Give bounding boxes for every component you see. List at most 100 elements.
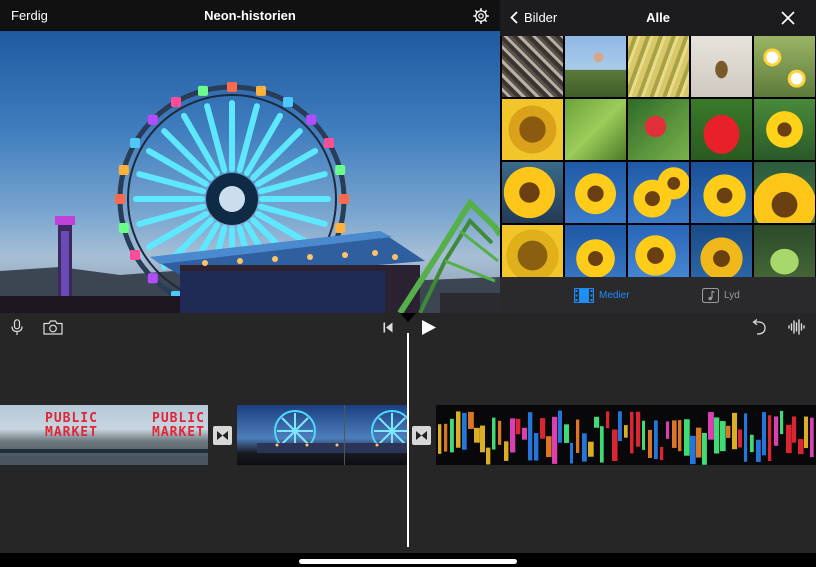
photo-thumbnail[interactable]	[502, 99, 563, 160]
photo-thumbnail[interactable]	[565, 36, 626, 97]
photo-thumbnail[interactable]	[754, 162, 815, 223]
photo-thumbnail[interactable]	[754, 225, 815, 277]
neon-sign-stripe	[732, 412, 738, 450]
timeline-area[interactable]: CT PUBLICMARKET PUBLICMARKET	[0, 313, 816, 553]
close-icon[interactable]	[781, 11, 795, 25]
neon-sign-stripe	[666, 421, 670, 439]
neon-sign-stripe	[636, 411, 641, 447]
neon-signs-clip-thumbnail	[438, 410, 814, 465]
neon-sign-stripe	[516, 418, 521, 435]
wheel-gondola	[130, 250, 141, 260]
ferris-wheel-clip-thumbnail	[257, 405, 408, 465]
neon-sign-stripe	[702, 432, 707, 465]
camera-icon[interactable]	[43, 320, 63, 335]
photo-thumbnail[interactable]	[754, 99, 815, 160]
photo-thumbnail[interactable]	[628, 99, 689, 160]
neon-sign-stripe	[474, 427, 480, 443]
gear-icon[interactable]	[473, 8, 489, 24]
neon-sign-stripe	[624, 425, 628, 438]
neon-sign-stripe	[468, 411, 474, 429]
neon-sign-stripe	[444, 423, 448, 452]
neon-sign-stripe	[552, 416, 558, 464]
photo-thumbnail[interactable]	[691, 36, 752, 97]
wheel-gondola	[198, 85, 209, 96]
tab-media[interactable]: Medier	[574, 288, 630, 303]
neon-sign-stripe	[696, 427, 702, 458]
wheel-gondola	[171, 97, 181, 108]
home-indicator[interactable]	[299, 559, 517, 564]
neon-sign-stripe	[720, 421, 726, 452]
library-tab-bar: Medier Lyd	[500, 277, 816, 313]
media-library-header: Bilder Alle	[500, 0, 816, 36]
transition-icon	[416, 431, 427, 440]
neon-sign-stripe	[714, 417, 720, 454]
wheel-gondola	[115, 194, 125, 204]
photo-thumbnail[interactable]	[628, 162, 689, 223]
transition-button[interactable]	[213, 426, 232, 445]
neon-sign-stripe	[810, 417, 814, 458]
wheel-gondola	[335, 165, 346, 176]
microphone-icon[interactable]	[11, 319, 23, 336]
tab-audio-label: Lyd	[724, 290, 740, 301]
neon-sign-stripe	[630, 411, 634, 454]
library-filter-title: Alle	[646, 10, 670, 25]
photo-thumbnail[interactable]	[502, 225, 563, 277]
neon-signs-clip[interactable]	[436, 405, 816, 465]
photo-thumbnail[interactable]	[754, 36, 815, 97]
photo-thumbnail[interactable]	[691, 162, 752, 223]
neon-sign-stripe	[546, 436, 552, 458]
neon-sign-stripe	[690, 435, 696, 465]
neon-sign-stripe	[588, 441, 594, 457]
public-market-clip[interactable]: CT PUBLICMARKET PUBLICMARKET	[0, 405, 208, 465]
tab-media-label: Medier	[599, 290, 630, 301]
project-title: Neon-historien	[204, 8, 296, 23]
photo-thumbnail[interactable]	[502, 162, 563, 223]
neon-sign-stripe	[660, 446, 664, 461]
neon-sign-stripe	[498, 420, 502, 445]
neon-sign-stripe	[648, 429, 653, 458]
neon-sign-stripe	[768, 415, 772, 462]
neon-sign-stripe	[540, 418, 546, 439]
clip-sign-text: PUBLIC MARKET	[152, 411, 205, 440]
photo-thumbnail[interactable]	[691, 225, 752, 277]
neon-sign-stripe	[618, 411, 622, 442]
playhead[interactable]	[407, 333, 409, 547]
neon-sign-stripe	[654, 420, 658, 460]
ferris-wheel-clip[interactable]	[237, 405, 408, 465]
wheel-gondola	[339, 194, 349, 204]
wheel-gondola	[118, 165, 129, 176]
neon-sign-stripe	[672, 420, 677, 448]
film-icon	[574, 288, 594, 303]
photo-thumbnail[interactable]	[628, 36, 689, 97]
wheel-gondola	[118, 222, 129, 233]
photo-thumbnail[interactable]	[565, 162, 626, 223]
skip-to-start-icon[interactable]	[383, 322, 393, 333]
neon-sign-stripe	[570, 442, 574, 464]
photo-thumbnail[interactable]	[628, 225, 689, 277]
video-preview[interactable]	[0, 31, 500, 313]
neon-sign-stripe	[744, 413, 748, 462]
neon-sign-stripe	[564, 424, 570, 443]
neon-sign-stripe	[534, 433, 539, 461]
neon-sign-stripe	[462, 412, 467, 450]
undo-icon[interactable]	[751, 319, 767, 335]
transition-button[interactable]	[412, 426, 431, 445]
photo-thumbnail[interactable]	[502, 36, 563, 97]
clip-sign-text: PUBLIC MARKET	[45, 411, 98, 440]
neon-sign-stripe	[786, 424, 792, 454]
neon-sign-stripe	[486, 447, 491, 465]
neon-sign-stripe	[582, 433, 587, 462]
photo-thumbnail[interactable]	[565, 225, 626, 277]
neon-sign-stripe	[798, 439, 804, 455]
neon-sign-stripe	[504, 441, 509, 461]
neon-sign-stripe	[450, 418, 454, 453]
neon-sign-stripe	[612, 429, 618, 462]
audio-waveform-icon[interactable]	[788, 319, 806, 335]
photo-grid	[502, 36, 816, 277]
photo-thumbnail[interactable]	[565, 99, 626, 160]
wheel-gondola	[255, 85, 266, 96]
tab-audio[interactable]: Lyd	[702, 288, 740, 303]
neon-sign-stripe	[600, 426, 604, 463]
play-icon[interactable]	[421, 319, 437, 336]
photo-thumbnail[interactable]	[691, 99, 752, 160]
